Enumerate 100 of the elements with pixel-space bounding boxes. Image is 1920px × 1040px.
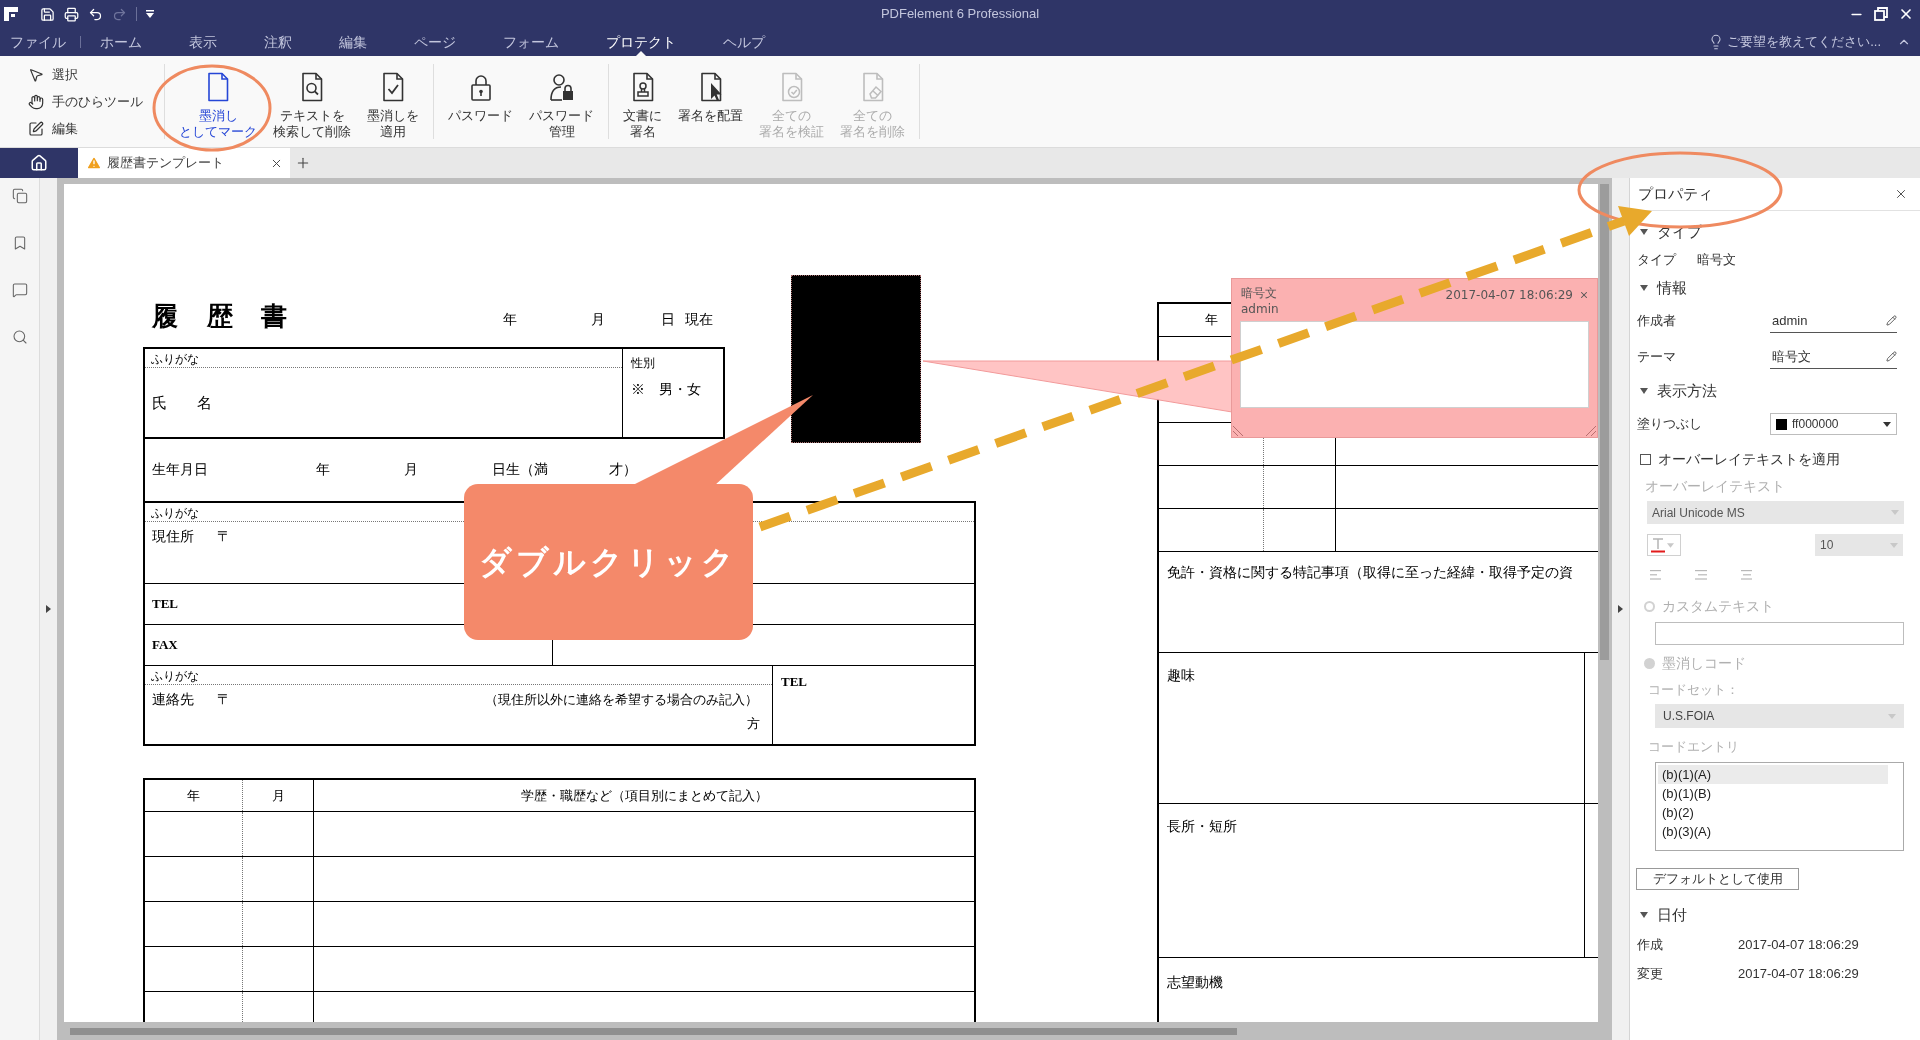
field-label: 変更 xyxy=(1636,965,1664,984)
field-value: 2017-04-07 18:06:29 xyxy=(1738,936,1859,955)
note-date: 2017-04-07 18:06:29 xyxy=(1445,287,1573,303)
menu-tab[interactable]: ヘルプ xyxy=(723,28,765,56)
ribbon-button[interactable]: 署名を配置 xyxy=(670,56,751,147)
expand-arrow-icon[interactable] xyxy=(1618,605,1623,613)
field-label: タイプ xyxy=(1637,251,1678,270)
menu-tab[interactable]: ホーム xyxy=(100,28,142,56)
section-header[interactable]: 情報 xyxy=(1630,278,1687,298)
tab-label: 履歴書テンプレート xyxy=(107,154,224,173)
close-icon[interactable] xyxy=(1894,187,1908,201)
menu-tab[interactable]: 表示 xyxy=(189,28,217,56)
column-header: 月 xyxy=(271,787,285,804)
dropdown-caret-icon xyxy=(1891,510,1899,515)
date-label: 年 xyxy=(503,311,518,329)
window-title: PDFelement 6 Professional xyxy=(880,5,1040,24)
ribbon-button[interactable]: 墨消しを 適用 xyxy=(359,56,427,147)
restore-icon[interactable] xyxy=(1874,7,1888,21)
pages-icon[interactable] xyxy=(11,188,28,204)
postal-mark: 〒 xyxy=(217,691,231,709)
dropdown-caret-icon xyxy=(1890,542,1898,548)
input-field[interactable] xyxy=(1655,622,1904,645)
save-icon[interactable] xyxy=(40,6,55,22)
birth-label: 年 xyxy=(316,461,331,479)
menu-tab[interactable]: プロテクト xyxy=(606,28,676,56)
field-label: 塗りつぶし xyxy=(1636,415,1703,434)
fax-label: FAX xyxy=(152,637,178,653)
menu-tab[interactable]: ページ xyxy=(414,28,456,56)
comment-icon[interactable] xyxy=(11,282,28,298)
dropdown-caret-icon xyxy=(1888,713,1896,719)
tool-button[interactable]: 手のひらツール xyxy=(28,91,143,113)
dropdown-caret-icon xyxy=(1667,542,1674,548)
date-label: 日 現在 xyxy=(661,311,713,329)
gender-label: 性別 xyxy=(631,355,655,371)
menu-tab[interactable]: 注釈 xyxy=(264,28,292,56)
section-header[interactable]: 日付 xyxy=(1630,905,1687,925)
birth-label: 月 xyxy=(404,461,419,479)
resume-title: 履 歴 書 xyxy=(152,301,288,333)
furigana-label: ふりがな xyxy=(151,506,199,521)
dropdown-value: 10 xyxy=(1820,537,1834,554)
tool-button[interactable]: 編集 xyxy=(28,118,78,140)
ribbon-button[interactable]: 文書に 署名 xyxy=(615,56,670,147)
horizontal-scrollbar[interactable] xyxy=(70,1028,1237,1035)
motivation-label: 志望動機 xyxy=(1167,975,1223,990)
text-field[interactable]: admin xyxy=(1770,309,1897,333)
dropdown-caret-icon xyxy=(1883,421,1891,427)
ribbon-button[interactable]: テキストを 検索して削除 xyxy=(265,56,359,147)
field-value: 2017-04-07 18:06:29 xyxy=(1738,965,1859,984)
menu-tab[interactable]: 編集 xyxy=(339,28,367,56)
postal-mark: 〒 xyxy=(217,528,231,546)
field-label: コードエントリ xyxy=(1648,738,1739,756)
gender-options: ※ 男・女 xyxy=(631,381,701,399)
undo-icon[interactable] xyxy=(88,6,103,22)
pencil-icon[interactable] xyxy=(1886,315,1897,326)
panel-title: プロパティ xyxy=(1638,184,1713,204)
default-button[interactable]: デフォルトとして使用 xyxy=(1636,868,1799,890)
search-icon[interactable] xyxy=(11,329,28,345)
birth-label: 才） xyxy=(609,461,637,479)
dropdown-value: ff000000 xyxy=(1792,416,1839,433)
color-swatch-icon xyxy=(1776,418,1787,430)
tel-label: TEL xyxy=(781,674,807,690)
section-header[interactable]: 表示方法 xyxy=(1630,381,1717,401)
furigana-label: ふりがな xyxy=(151,669,199,684)
ribbon-button[interactable]: パスワード xyxy=(440,56,521,147)
checkbox[interactable] xyxy=(1640,453,1651,465)
dropdown-value: Arial Unicode MS xyxy=(1652,504,1745,522)
ribbon-button[interactable]: 墨消し としてマーク xyxy=(171,56,265,147)
home-button[interactable] xyxy=(0,148,78,178)
text-color-button[interactable] xyxy=(1647,534,1681,556)
note-author: admin xyxy=(1241,301,1279,317)
field-label: コードセット： xyxy=(1648,681,1739,699)
column-header: 学歴・職歴など（項目別にまとめて記入） xyxy=(520,787,768,804)
ribbon-button[interactable]: パスワード 管理 xyxy=(521,56,602,147)
customize-caret-icon[interactable] xyxy=(146,10,154,18)
color-dropdown[interactable]: ff000000 xyxy=(1770,413,1897,435)
column-header: 年 xyxy=(1204,312,1218,328)
menu-tab[interactable]: フォーム xyxy=(503,28,559,56)
document-tab[interactable]: 履歴書テンプレート xyxy=(78,148,290,178)
resize-grip-icon[interactable] xyxy=(1586,426,1596,436)
feedback-link[interactable]: ご要望を教えてください... xyxy=(1727,32,1881,52)
pencil-icon[interactable] xyxy=(1886,351,1897,362)
vertical-scrollbar[interactable] xyxy=(1600,184,1609,660)
field-label: 作成者 xyxy=(1636,312,1677,331)
text-field[interactable]: 暗号文 xyxy=(1770,345,1897,369)
expand-arrow-icon[interactable] xyxy=(46,605,51,613)
column-header: 年 xyxy=(187,787,200,804)
pointer-icon xyxy=(28,67,44,83)
new-tab-icon[interactable] xyxy=(295,155,311,171)
print-icon[interactable] xyxy=(64,6,79,22)
resize-grip-icon[interactable] xyxy=(1233,426,1243,436)
field-value: admin xyxy=(1772,311,1808,330)
menu-tab[interactable]: ファイル xyxy=(10,28,66,56)
app-logo-icon[interactable] xyxy=(4,7,18,21)
suffix-label: 方 xyxy=(747,716,760,732)
tool-button[interactable]: 選択 xyxy=(28,64,78,86)
field-value: 暗号文 xyxy=(1697,251,1736,270)
home-icon xyxy=(30,154,48,172)
contact-note: （現住所以外に連絡を希望する場合のみ記入） xyxy=(485,691,758,709)
close-icon[interactable] xyxy=(1898,6,1914,22)
strengths-label: 長所・短所 xyxy=(1167,819,1237,834)
